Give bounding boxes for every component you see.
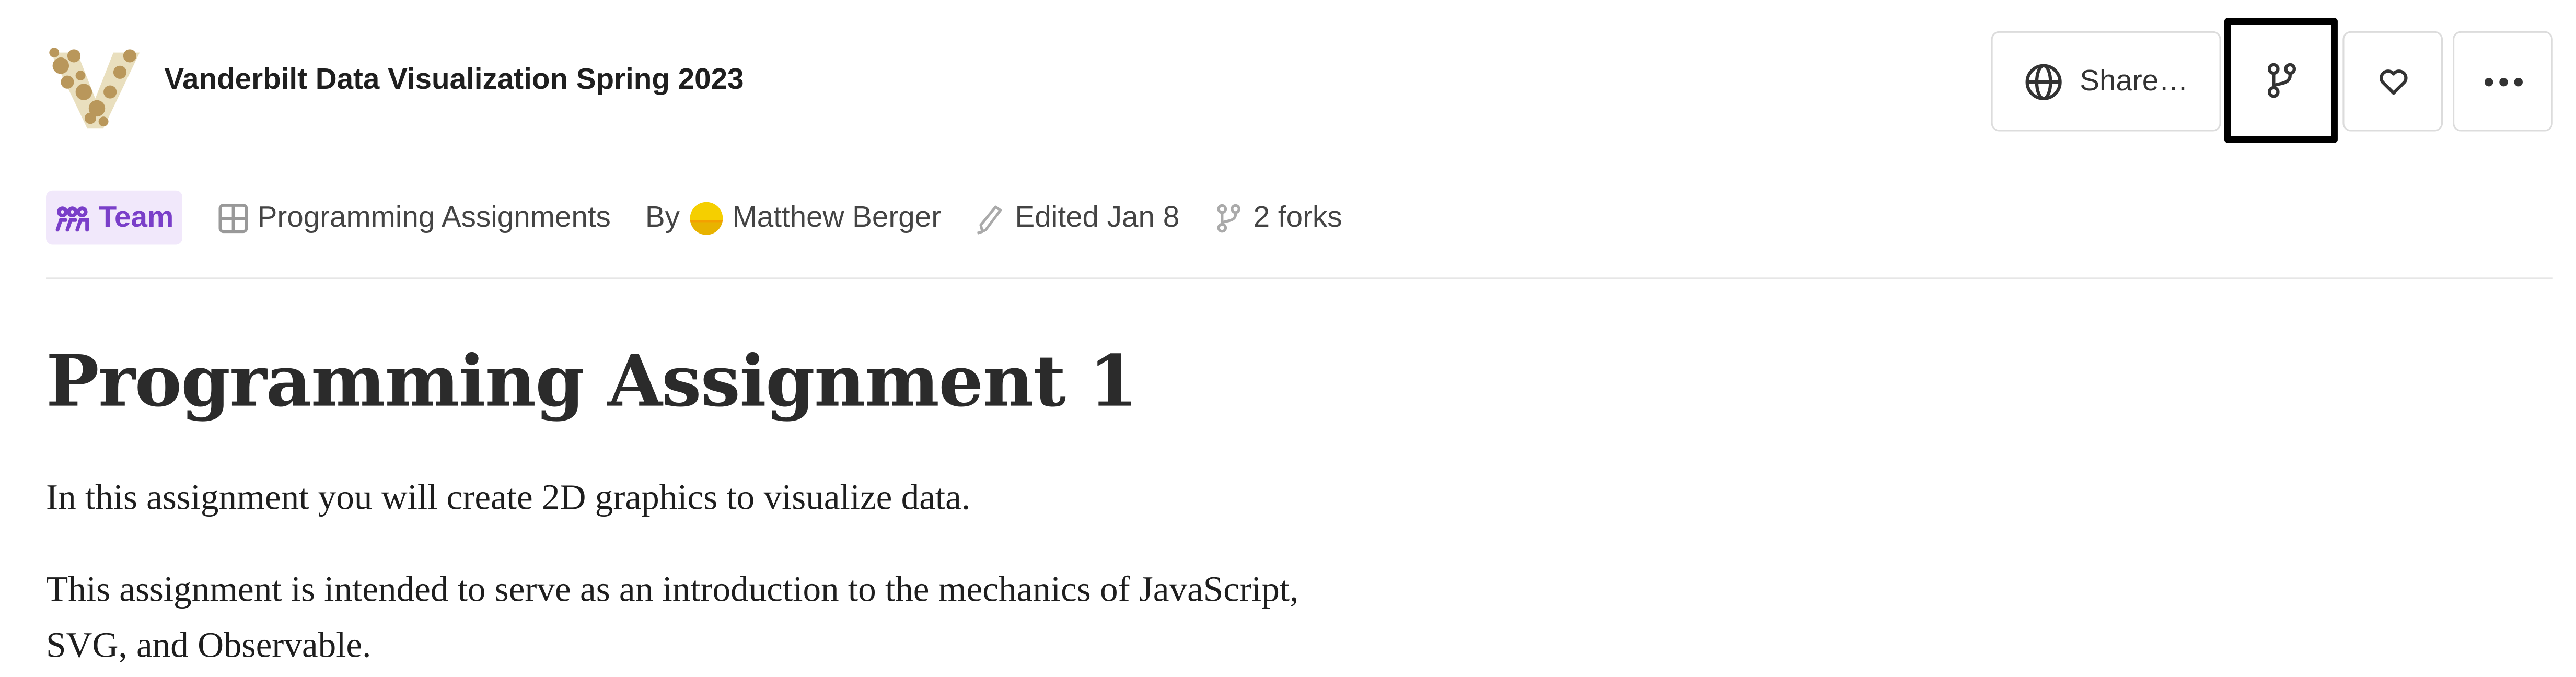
like-button[interactable] (2342, 31, 2443, 132)
team-badge[interactable]: Team (46, 190, 182, 245)
collection-link[interactable]: Programming Assignments (218, 201, 611, 235)
collection-label: Programming Assignments (257, 200, 611, 234)
fork-icon (2267, 63, 2295, 98)
notebook-title[interactable]: Vanderbilt Data Visualization Spring 202… (164, 62, 744, 97)
globe-icon (2025, 63, 2062, 100)
author-name: Matthew Berger (732, 200, 942, 234)
author-avatar (689, 201, 723, 235)
collection-grid-icon (218, 203, 248, 232)
pencil-icon (977, 205, 1002, 234)
more-button[interactable] (2452, 31, 2553, 132)
intro-paragraph: In this assignment you will create 2D gr… (46, 476, 971, 518)
header-divider (46, 277, 2553, 279)
edited-label: Edited Jan 8 (1015, 200, 1180, 234)
author-info[interactable]: By Matthew Berger (645, 201, 941, 235)
team-icon (55, 205, 89, 231)
page-title: Programming Assignment 1 (46, 341, 1138, 424)
forks-count: 2 forks (1253, 200, 1342, 234)
notebook-logo[interactable] (48, 43, 143, 132)
share-button[interactable]: Share… (1991, 31, 2221, 132)
more-horizontal-icon (2484, 77, 2522, 86)
team-label: Team (98, 200, 174, 234)
share-label: Share… (2080, 64, 2188, 97)
fork-icon (1217, 203, 1240, 232)
edited-info[interactable]: Edited Jan 8 (976, 201, 1179, 235)
by-label: By (645, 200, 680, 234)
heart-icon (2378, 68, 2407, 94)
fork-button[interactable] (2224, 18, 2338, 143)
description-paragraph: This assignment is intended to serve as … (46, 568, 1299, 666)
notebook-meta-row: Team Programming Assignments By Matthew … (46, 190, 1377, 245)
forks-link[interactable]: 2 forks (1214, 201, 1342, 235)
